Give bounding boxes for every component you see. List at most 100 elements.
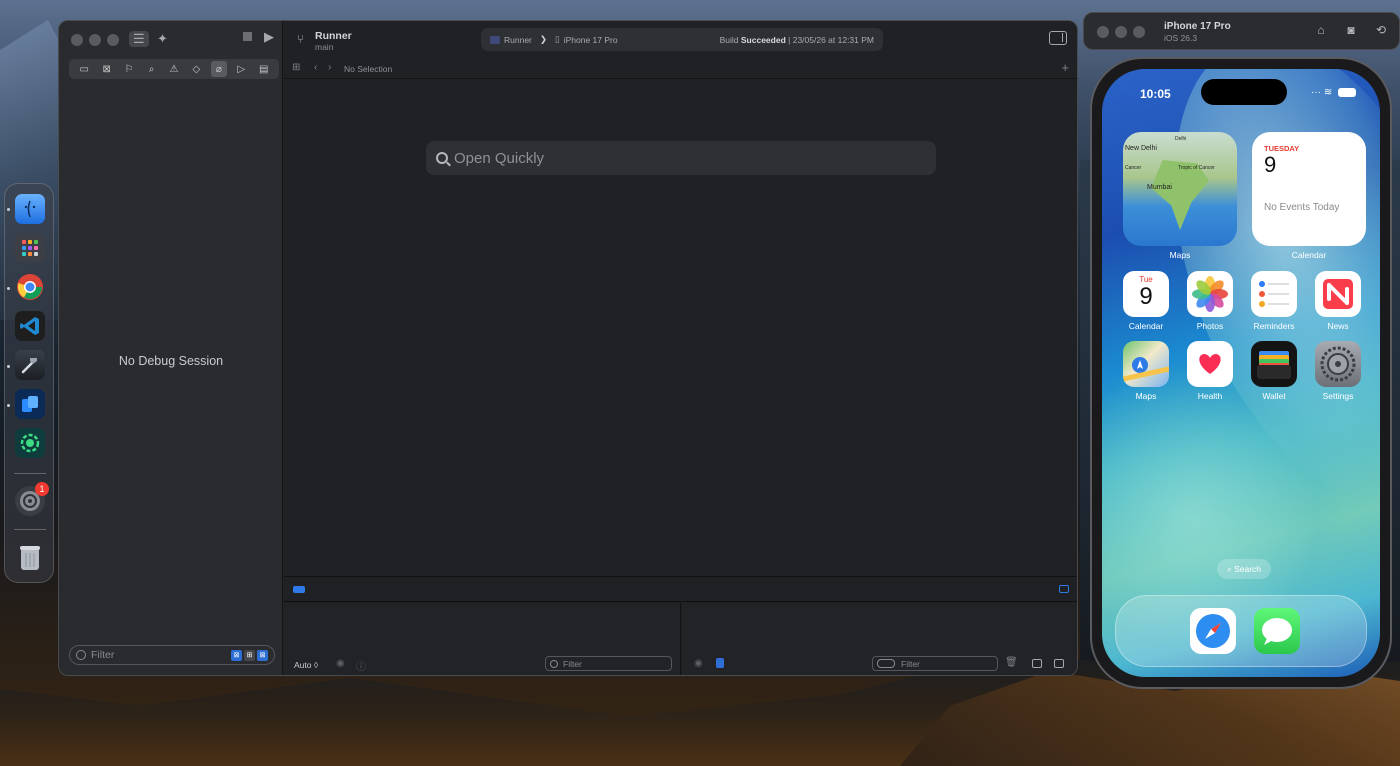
filter-option-icon[interactable]: ⊠ [231,649,242,661]
filter-options-icon[interactable] [877,659,895,668]
issue-icon[interactable]: ⚠ [166,61,182,77]
close-window-button[interactable] [71,34,83,46]
no-debug-session-label: No Debug Session [118,354,224,368]
test-icon[interactable]: ◇ [188,61,204,77]
system-settings-icon[interactable]: 1 [15,482,49,516]
related-items-icon[interactable]: ⊞ [292,62,300,73]
open-quickly-field[interactable]: Open Quickly [426,141,936,175]
simulator-icon[interactable] [15,389,45,419]
close-window-button[interactable] [1097,26,1109,38]
open-quickly-placeholder: Open Quickly [454,149,545,167]
search-icon [436,152,448,164]
battery-icon [1338,87,1356,97]
split-right-icon[interactable] [1054,659,1064,668]
safari-icon[interactable] [1190,608,1236,654]
finder-icon[interactable] [15,194,45,224]
running-indicator [7,287,10,290]
build-status: Build Succeeded | 23/05/26 at 12:31 PM [720,35,874,45]
run-destination[interactable]: iPhone 17 Pro [564,35,618,45]
console-view: ◉ Filter 🗑︎ [682,603,1077,675]
home-search-button[interactable]: ⌕ Search [1217,559,1271,579]
scheme-name[interactable]: Runner [504,35,532,45]
branch-name: main [315,42,334,52]
app-label: News [1327,321,1349,331]
status-time: 10:05 [1140,87,1171,101]
eye-icon[interactable]: ◉ [336,658,345,669]
report-icon[interactable]: ▤ [256,61,272,77]
running-indicator [7,208,10,211]
zoom-window-button[interactable] [1133,26,1145,38]
map-place-label: Mumbai [1147,184,1172,191]
chrome-icon[interactable] [15,272,45,302]
trash-icon[interactable] [15,542,45,572]
navigator-filter-field[interactable]: Filter ⊠ ⊞ ⊠ [69,645,275,665]
minimize-window-button[interactable] [89,34,101,46]
editor-jump-bar: ⊞ ‹ › No Selection + [284,59,1077,79]
find-icon[interactable]: ⌕ [144,61,160,77]
dynamic-island [1201,79,1287,105]
wallet-icon[interactable] [1251,341,1297,387]
maps-icon[interactable] [1123,341,1169,387]
photos-icon[interactable] [1187,271,1233,317]
coding-assistant-icon[interactable]: ✦ [157,31,168,47]
debug-bar [284,576,1077,602]
console-output-icon[interactable] [716,658,724,668]
settings-icon[interactable] [1315,341,1361,387]
minimize-window-button[interactable] [1115,26,1127,38]
calendar-app-date: 9 [1139,283,1153,310]
run-icon[interactable]: ▶ [264,29,274,45]
notification-badge: 1 [35,482,49,496]
console-toggle-icon[interactable] [1059,585,1069,593]
navigator-tabs: ▭ ⊠ ⚐ ⌕ ⚠ ◇ ⌀ ▷ ▤ [69,59,279,79]
info-icon[interactable]: ⓘ [356,658,366,673]
simulator-os-version: iOS 26.3 [1164,33,1198,43]
messages-icon[interactable] [1254,608,1300,654]
stop-icon[interactable] [243,32,252,41]
launchpad-icon[interactable] [15,233,45,263]
variables-filter-field[interactable]: Filter [545,656,672,671]
console-filter-field[interactable]: Filter [872,656,998,671]
news-icon[interactable] [1315,271,1361,317]
bookmark-icon[interactable]: ⚐ [121,61,137,77]
health-icon[interactable] [1187,341,1233,387]
simulator-titlebar: iPhone 17 Pro iOS 26.3 ⌂ ◙ ⟲ [1083,12,1400,50]
breakpoint-icon[interactable]: ▷ [233,61,249,77]
trash-icon[interactable]: 🗑︎ [1005,657,1018,668]
calendar-app-icon[interactable]: Tue 9 [1123,271,1169,317]
build-status-result: Succeeded [740,34,786,45]
eye-icon[interactable]: ◉ [694,658,703,669]
zoom-window-button[interactable] [107,34,119,46]
debug-area-toggle-icon[interactable] [293,586,305,593]
filter-option-icon[interactable]: ⊞ [244,649,255,661]
forward-icon[interactable]: › [328,62,331,73]
android-studio-icon[interactable] [15,428,45,458]
calendar-widget[interactable]: TUESDAY 9 No Events Today [1252,132,1366,246]
app-label: Health [1197,391,1223,401]
home-icon[interactable]: ⌂ [1312,23,1330,41]
reminders-icon[interactable] [1251,271,1297,317]
inspector-toggle-icon[interactable] [1049,31,1067,45]
filter-option-icon[interactable]: ⊠ [257,649,268,661]
rotate-icon[interactable]: ⟲ [1372,23,1390,41]
split-left-icon[interactable] [1032,659,1042,668]
vscode-icon[interactable] [15,311,45,341]
status-icons: ··· ≋ [1311,87,1356,98]
filter-placeholder: Filter [91,649,115,661]
back-icon[interactable]: ‹ [314,62,317,73]
xcode-icon[interactable] [15,350,45,380]
screenshot-icon[interactable]: ◙ [1342,23,1360,41]
project-title[interactable]: Runner [315,30,352,42]
device-icon: ▯ [555,34,560,44]
activity-status-bar[interactable]: Runner ❯ ▯ iPhone 17 Pro Build Succeeded… [481,28,883,51]
maps-widget[interactable]: Delhi New Delhi Cancer Mumbai Tropic of … [1123,132,1237,246]
navigator-toggle-icon[interactable]: ☰ [129,31,149,47]
source-control-icon[interactable]: ⊠ [99,61,115,77]
variables-mode-select[interactable]: Auto ◊ [294,660,318,670]
scheme-icon [490,35,500,44]
project-navigator-icon[interactable]: ▭ [76,61,92,77]
debug-navigator-icon[interactable]: ⌀ [210,61,227,77]
filter-icon [76,650,86,660]
chevron-right-icon: ❯ [539,34,548,44]
add-editor-icon[interactable]: + [1061,60,1069,75]
app-label: Calendar [1128,321,1164,331]
